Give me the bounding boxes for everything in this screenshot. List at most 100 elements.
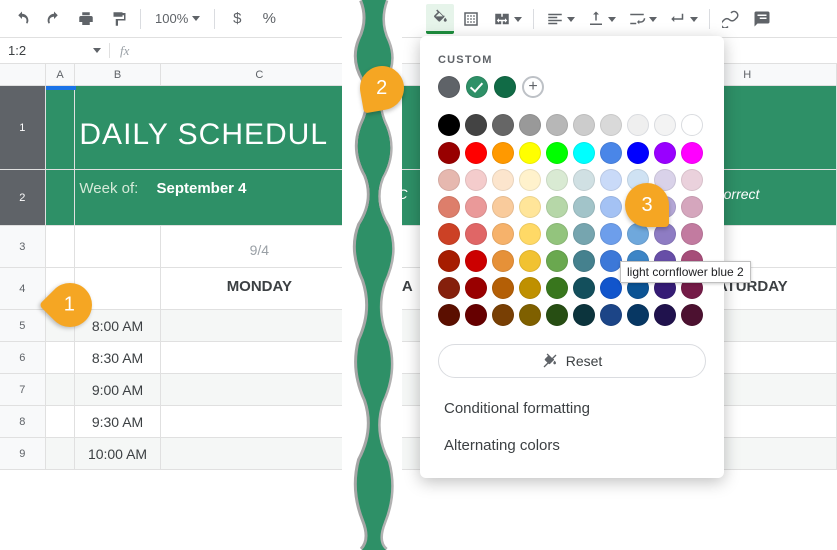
color-swatch[interactable]: [546, 223, 568, 245]
color-swatch[interactable]: [492, 196, 514, 218]
h-align-button[interactable]: [541, 5, 579, 33]
rotate-button[interactable]: [664, 5, 702, 33]
color-swatch[interactable]: [519, 196, 541, 218]
color-swatch[interactable]: [600, 196, 622, 218]
cell[interactable]: [46, 342, 76, 374]
row-header-2[interactable]: 2: [0, 170, 46, 226]
row-header-9[interactable]: 9: [0, 438, 46, 470]
cell[interactable]: [46, 374, 76, 406]
color-swatch[interactable]: [438, 196, 460, 218]
color-swatch[interactable]: [573, 277, 595, 299]
color-swatch[interactable]: [681, 169, 703, 191]
zoom-dropdown[interactable]: 100%: [149, 11, 206, 26]
wrap-button[interactable]: [623, 5, 661, 33]
name-box[interactable]: 1:2: [0, 43, 110, 58]
color-swatch[interactable]: [681, 196, 703, 218]
color-swatch[interactable]: [465, 196, 487, 218]
color-swatch[interactable]: [681, 223, 703, 245]
color-swatch[interactable]: [573, 196, 595, 218]
cell[interactable]: [161, 406, 359, 438]
custom-color-swatch[interactable]: [466, 76, 488, 98]
percent-button[interactable]: %: [255, 5, 283, 33]
col-header-B[interactable]: B: [75, 64, 160, 86]
color-swatch[interactable]: [438, 114, 460, 136]
fill-color-button[interactable]: [426, 4, 454, 34]
color-swatch[interactable]: [681, 114, 703, 136]
color-swatch[interactable]: [600, 142, 622, 164]
color-swatch[interactable]: [600, 250, 622, 272]
cell[interactable]: [161, 438, 359, 470]
redo-button[interactable]: [40, 5, 68, 33]
reset-button[interactable]: Reset: [438, 344, 706, 378]
row-header-1[interactable]: 1: [0, 86, 46, 170]
cell[interactable]: MONDAY: [161, 268, 359, 310]
color-swatch[interactable]: [573, 250, 595, 272]
cell[interactable]: [75, 226, 160, 268]
cell[interactable]: [46, 86, 76, 170]
row-header-7[interactable]: 7: [0, 374, 46, 406]
color-swatch[interactable]: [492, 304, 514, 326]
row-header-4[interactable]: 4: [0, 268, 46, 310]
time-cell[interactable]: 8:30 AM: [75, 342, 160, 374]
color-swatch[interactable]: [519, 223, 541, 245]
color-swatch[interactable]: [600, 114, 622, 136]
add-custom-color-button[interactable]: +: [522, 76, 544, 98]
row-header-5[interactable]: 5: [0, 310, 46, 342]
color-swatch[interactable]: [519, 169, 541, 191]
color-swatch[interactable]: [600, 223, 622, 245]
color-swatch[interactable]: [519, 304, 541, 326]
cell[interactable]: Week of: September 4: [75, 170, 359, 226]
color-swatch[interactable]: [600, 169, 622, 191]
color-swatch[interactable]: [546, 304, 568, 326]
color-swatch[interactable]: [438, 277, 460, 299]
color-swatch[interactable]: [546, 196, 568, 218]
row-header-3[interactable]: 3: [0, 226, 46, 268]
cell[interactable]: 9/4: [161, 226, 359, 268]
color-swatch[interactable]: [465, 304, 487, 326]
color-swatch[interactable]: [654, 114, 676, 136]
borders-button[interactable]: [457, 5, 485, 33]
color-swatch[interactable]: [519, 142, 541, 164]
time-cell[interactable]: 9:00 AM: [75, 374, 160, 406]
color-swatch[interactable]: [546, 169, 568, 191]
color-swatch[interactable]: [573, 142, 595, 164]
color-swatch[interactable]: [465, 223, 487, 245]
color-swatch[interactable]: [546, 114, 568, 136]
color-swatch[interactable]: [465, 250, 487, 272]
time-cell[interactable]: 10:00 AM: [75, 438, 160, 470]
time-cell[interactable]: 9:30 AM: [75, 406, 160, 438]
color-swatch[interactable]: [438, 142, 460, 164]
undo-button[interactable]: [8, 5, 36, 33]
color-swatch[interactable]: [546, 250, 568, 272]
color-swatch[interactable]: [600, 277, 622, 299]
color-swatch[interactable]: [573, 223, 595, 245]
col-header-C[interactable]: C: [161, 64, 359, 86]
cell[interactable]: [46, 170, 76, 226]
color-swatch[interactable]: [492, 142, 514, 164]
color-swatch[interactable]: [492, 169, 514, 191]
color-swatch[interactable]: [546, 142, 568, 164]
cell[interactable]: [46, 406, 76, 438]
cell[interactable]: [161, 374, 359, 406]
link-button[interactable]: [717, 5, 745, 33]
conditional-formatting-link[interactable]: Conditional formatting: [438, 390, 706, 427]
color-swatch[interactable]: [438, 304, 460, 326]
color-swatch[interactable]: [465, 277, 487, 299]
color-swatch[interactable]: [627, 114, 649, 136]
color-swatch[interactable]: [681, 304, 703, 326]
col-header-A[interactable]: A: [46, 64, 76, 86]
color-swatch[interactable]: [519, 250, 541, 272]
color-swatch[interactable]: [573, 169, 595, 191]
color-swatch[interactable]: [465, 142, 487, 164]
color-swatch[interactable]: [573, 304, 595, 326]
custom-color-swatch[interactable]: [494, 76, 516, 98]
custom-color-swatch[interactable]: [438, 76, 460, 98]
comment-button[interactable]: [748, 5, 776, 33]
color-swatch[interactable]: [492, 250, 514, 272]
color-swatch[interactable]: [546, 277, 568, 299]
color-swatch[interactable]: [492, 223, 514, 245]
color-swatch[interactable]: [465, 114, 487, 136]
color-swatch[interactable]: [627, 142, 649, 164]
color-swatch[interactable]: [438, 250, 460, 272]
color-swatch[interactable]: [438, 223, 460, 245]
